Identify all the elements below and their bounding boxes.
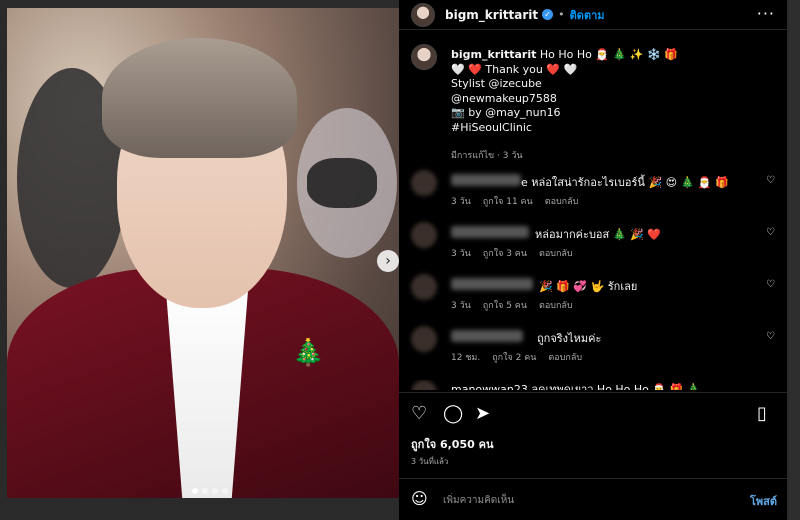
comment-item: หล่อมากค่ะบอส 🎄 🎉 ❤️ 3 วัน ถูกใจ 3 คน ตอบก… bbox=[411, 222, 775, 272]
caption-meta: มีการแก้ไข · 3 วัน bbox=[451, 151, 523, 161]
post-time: 3 วันที่แล้ว bbox=[411, 457, 449, 466]
comment-likes[interactable]: ถูกใจ 5 คน bbox=[483, 301, 527, 311]
reply-button[interactable]: ตอบกลับ bbox=[539, 301, 573, 311]
carousel-dots bbox=[192, 488, 228, 494]
comment-text: 🎉 🎁 💞 🤟 รักเลย bbox=[539, 280, 638, 293]
heart-icon[interactable]: ♡ bbox=[766, 227, 775, 238]
comment-item: ถูกจริงไหมค่ะ 12 ชม. ถูกใจ 2 คน ตอบกลับ ♡ bbox=[411, 326, 775, 376]
post-side-panel: bigm_krittarit ✓ • ติดตาม ··· bigm_kritt… bbox=[399, 0, 787, 520]
comment-item: e หล่อใสน่ารักอะไรเบอร์นี้ 🎉 😍 🎄 🎅 🎁 3 ว… bbox=[411, 170, 775, 220]
caption-line: 🤍 ❤️ Thank you ❤️ 🤍 bbox=[451, 62, 578, 76]
blurred-username bbox=[451, 278, 533, 290]
add-comment-bar: ☺ โพสต์ bbox=[399, 478, 787, 520]
share-icon[interactable]: ➤ bbox=[475, 403, 490, 424]
carousel-dot bbox=[192, 488, 198, 494]
more-horizontal-icon[interactable]: ··· bbox=[757, 4, 775, 23]
comment-avatar[interactable] bbox=[411, 274, 437, 300]
comment-avatar[interactable] bbox=[411, 222, 437, 248]
separator-dot: • bbox=[558, 8, 565, 21]
heart-icon[interactable]: ♡ bbox=[766, 175, 775, 186]
carousel-dot bbox=[212, 488, 218, 494]
carousel-dot bbox=[222, 488, 228, 494]
reply-button[interactable]: ตอบกลับ bbox=[548, 353, 582, 363]
post-actions: ♡ ◯ ➤ ▯ ถูกใจ 6,050 คน 3 วันที่แล้ว bbox=[399, 392, 787, 474]
caption-avatar[interactable] bbox=[411, 44, 437, 70]
reply-button[interactable]: ตอบกลับ bbox=[545, 197, 579, 207]
heart-icon[interactable]: ♡ bbox=[766, 331, 775, 342]
caption-line: @newmakeup7588 bbox=[451, 91, 557, 105]
tree-brooch-icon: 🎄 bbox=[292, 338, 325, 368]
caption-line: #HiSeoulClinic bbox=[451, 120, 532, 134]
caption-line: Stylist @izecube bbox=[451, 77, 542, 90]
likes-count[interactable]: ถูกใจ 6,050 คน bbox=[411, 435, 493, 453]
caption-line: 📷 by @may_nun16 bbox=[451, 106, 561, 119]
post-header: bigm_krittarit ✓ • ติดตาม ··· bbox=[399, 0, 787, 30]
comment-avatar[interactable] bbox=[411, 326, 437, 352]
comment-avatar[interactable] bbox=[411, 380, 437, 390]
emoji-icon[interactable]: ☺ bbox=[411, 489, 428, 508]
comment-icon[interactable]: ◯ bbox=[443, 403, 463, 424]
comment-text: หล่อมากค่ะบอส 🎄 🎉 ❤️ bbox=[535, 228, 661, 241]
comment-text: e หล่อใสน่ารักอะไรเบอร์นี้ 🎉 😍 🎄 🎅 🎁 bbox=[521, 176, 729, 189]
post-modal: 🎄 › bigm_krittarit ✓ • ติดตาม ··· bigm_k… bbox=[0, 0, 800, 520]
next-image-button[interactable]: › bbox=[377, 250, 399, 272]
reply-button[interactable]: ตอบกลับ bbox=[539, 249, 573, 259]
comment-time: 3 วัน bbox=[451, 301, 471, 311]
blurred-username bbox=[451, 330, 523, 342]
avatar[interactable] bbox=[411, 2, 435, 27]
verified-icon: ✓ bbox=[542, 9, 554, 20]
comments-scroll[interactable]: bigm_krittarit Ho Ho Ho 🎅 🎄 ✨ ❄️ 🎁 ✓ 🤍 ❤… bbox=[399, 36, 787, 390]
bookmark-icon[interactable]: ▯ bbox=[757, 403, 767, 424]
header-username[interactable]: bigm_krittarit bbox=[445, 8, 538, 22]
comment-likes[interactable]: ถูกใจ 2 คน bbox=[492, 353, 536, 363]
caption-username[interactable]: bigm_krittarit bbox=[451, 48, 536, 61]
caption-line: Ho Ho Ho 🎅 🎄 ✨ ❄️ 🎁 bbox=[539, 48, 678, 61]
carousel-dot bbox=[202, 488, 208, 494]
comment-time: 3 วัน bbox=[451, 249, 471, 259]
comment-likes[interactable]: ถูกใจ 3 คน bbox=[483, 249, 527, 259]
hair-shape bbox=[102, 38, 297, 158]
follow-button[interactable]: ติดตาม bbox=[570, 6, 605, 24]
comment-text: ถูกจริงไหมค่ะ bbox=[537, 332, 602, 345]
comment-item: manowwan23 ลุคเทพดเยาว Ho Ho Ho 🎅 🎁 🎄 bbox=[411, 380, 775, 390]
comment-text: manowwan23 ลุคเทพดเยาว Ho Ho Ho 🎅 🎁 🎄 bbox=[451, 383, 701, 390]
blurred-username bbox=[451, 174, 521, 186]
comment-time: 3 วัน bbox=[451, 197, 471, 207]
like-heart-icon[interactable]: ♡ bbox=[411, 403, 427, 424]
comment-time: 12 ชม. bbox=[451, 353, 481, 363]
comment-avatar[interactable] bbox=[411, 170, 437, 196]
post-button[interactable]: โพสต์ bbox=[750, 492, 777, 510]
comment-likes[interactable]: ถูกใจ 11 คน bbox=[483, 197, 533, 207]
comment-item: 🎉 🎁 💞 🤟 รักเลย 3 วัน ถูกใจ 5 คน ตอบกลับ ♡ bbox=[411, 274, 775, 324]
heart-icon[interactable]: ♡ bbox=[766, 279, 775, 290]
blurred-username bbox=[451, 226, 529, 238]
comment-input[interactable] bbox=[443, 491, 723, 509]
post-photo[interactable]: 🎄 › bbox=[7, 8, 399, 498]
page-scrollbar[interactable] bbox=[789, 0, 800, 520]
